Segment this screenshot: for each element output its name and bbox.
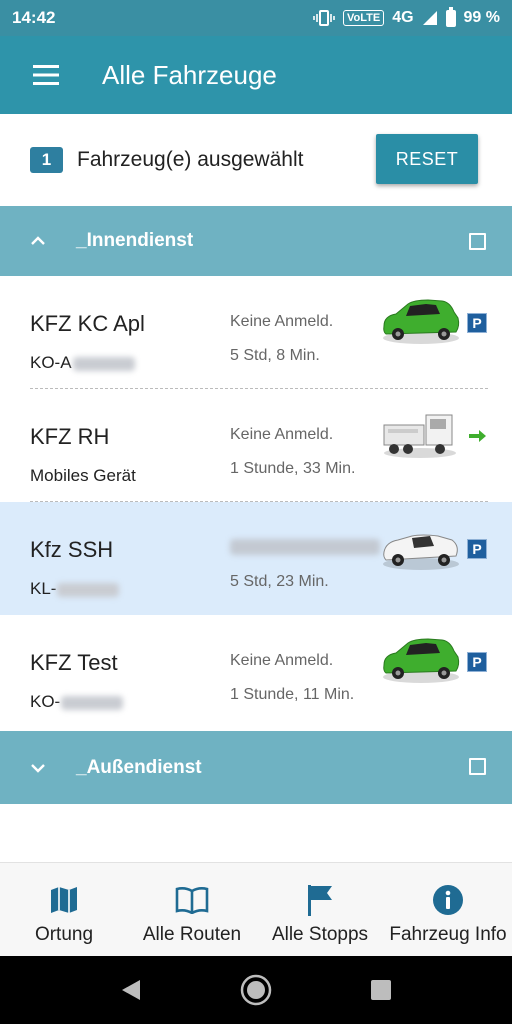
group-header-innendienst[interactable]: _Innendienst — [0, 206, 512, 276]
arrow-right-icon — [469, 430, 486, 442]
menu-button[interactable] — [0, 36, 92, 114]
vehicle-status: Keine Anmeld. — [230, 313, 334, 330]
vehicle-name: KFZ Test — [30, 650, 118, 675]
map-icon — [49, 883, 79, 917]
nav-alle-stopps[interactable]: Alle Stopps — [256, 863, 384, 956]
vehicle-name: KFZ KC Apl — [30, 311, 145, 336]
status-icons: VoLTE 4G 99 % — [313, 6, 500, 27]
home-icon[interactable] — [240, 974, 272, 1006]
selection-text: Fahrzeug(e) ausgewählt — [77, 148, 304, 171]
app-bar: Alle Fahrzeuge — [0, 36, 512, 114]
signal-icon — [422, 11, 437, 25]
book-icon — [175, 883, 209, 917]
nav-ortung[interactable]: Ortung — [0, 863, 128, 956]
chevron-up-icon[interactable] — [0, 206, 76, 276]
vehicle-duration: 1 Stunde, 33 Min. — [230, 460, 356, 477]
group-header-aussendienst[interactable]: _Außendienst — [0, 731, 512, 804]
flag-icon — [306, 883, 334, 917]
vehicle-name: KFZ RH — [30, 424, 110, 449]
chevron-down-icon[interactable] — [0, 733, 76, 803]
hamburger-icon — [33, 65, 59, 85]
vehicle-row[interactable]: KFZ RH Mobiles Gerät Keine Anmeld. 1 Stu… — [0, 389, 512, 502]
nav-label: Alle Routen — [142, 924, 242, 945]
group-name: _Innendienst — [76, 230, 194, 251]
nav-fahrzeug-info[interactable]: Fahrzeug Info — [384, 863, 512, 956]
group-checkbox[interactable] — [469, 233, 486, 250]
reset-button[interactable]: RESET — [376, 134, 478, 184]
vehicle-device: Mobiles Gerät — [30, 466, 136, 485]
green-car-icon — [383, 299, 460, 344]
group-name: _Außendienst — [76, 756, 202, 778]
page-title: Alle Fahrzeuge — [102, 59, 277, 90]
vehicle-row[interactable]: KFZ KC Apl KO-A Keine Anmeld. 5 Std, 8 M… — [0, 276, 512, 389]
parking-icon: P — [467, 313, 487, 333]
white-truck-icon — [383, 414, 456, 458]
green-car-icon — [383, 638, 460, 683]
vehicle-duration: 1 Stunde, 11 Min. — [230, 686, 355, 703]
white-convertible-icon — [383, 534, 459, 570]
vehicle-name: Kfz SSH — [30, 537, 114, 562]
vehicle-status-redacted — [230, 539, 380, 555]
info-icon — [432, 883, 464, 917]
selected-count-badge: 1 — [30, 147, 63, 173]
parking-icon: P — [467, 539, 487, 559]
battery-icon — [445, 6, 456, 27]
vehicle-plate: KL- — [30, 579, 120, 599]
status-time: 14:42 — [12, 8, 56, 27]
nav-label: Fahrzeug Info — [389, 924, 507, 945]
battery-level: 99 % — [463, 9, 500, 26]
vibrate-icon — [313, 10, 335, 26]
bottom-nav: Ortung Alle Routen Alle Stopps Fahrzeug … — [0, 862, 512, 956]
vehicle-row-selected[interactable]: Kfz SSH KL- 5 Std, 23 Min. P — [0, 502, 512, 615]
vehicle-row[interactable]: KFZ Test KO- Keine Anmeld. 1 Stunde, 11 … — [0, 615, 512, 728]
nav-label: Ortung — [34, 924, 94, 945]
system-nav-bar — [0, 956, 512, 1024]
selection-bar: 1 Fahrzeug(e) ausgewählt RESET — [0, 114, 512, 206]
group-checkbox[interactable] — [469, 758, 486, 775]
back-icon[interactable] — [120, 978, 142, 1002]
vehicle-status: Keine Anmeld. — [230, 652, 334, 669]
parking-icon: P — [467, 652, 487, 672]
nav-alle-routen[interactable]: Alle Routen — [128, 863, 256, 956]
volte-indicator: VoLTE — [342, 10, 385, 26]
vehicle-status: Keine Anmeld. — [230, 426, 334, 443]
recents-icon[interactable] — [370, 979, 392, 1001]
vehicle-duration: 5 Std, 8 Min. — [230, 347, 320, 364]
nav-label: Alle Stopps — [271, 924, 369, 945]
vehicle-plate: KO- — [30, 692, 124, 712]
network-type: 4G — [392, 9, 414, 26]
vehicle-plate: KO-A — [30, 353, 135, 373]
status-bar: 14:42 VoLTE 4G 99 % — [0, 0, 512, 36]
vehicle-duration: 5 Std, 23 Min. — [230, 573, 329, 590]
